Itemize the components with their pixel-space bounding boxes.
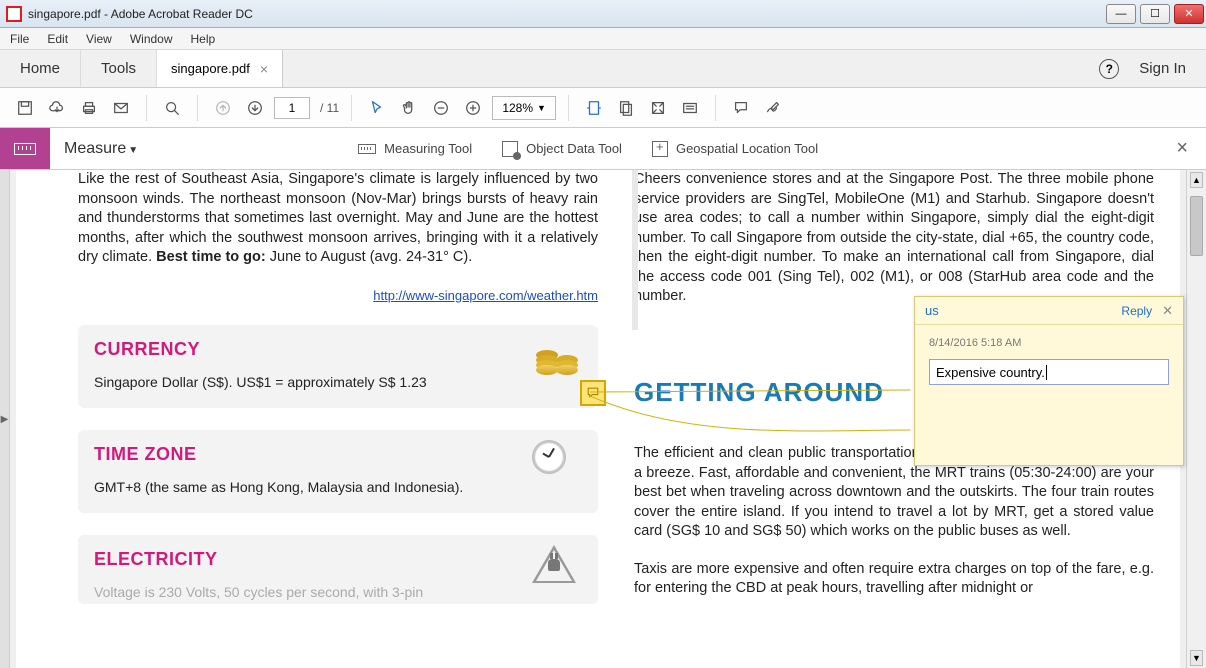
minimize-button[interactable]: —	[1106, 4, 1136, 24]
clock-icon	[532, 440, 582, 484]
tools-button[interactable]: Tools	[81, 50, 157, 87]
maximize-button[interactable]: ☐	[1140, 4, 1170, 24]
window-title: singapore.pdf - Adobe Acrobat Reader DC	[28, 7, 253, 21]
home-button[interactable]: Home	[0, 50, 81, 87]
object-data-tool-button[interactable]: Object Data Tool	[502, 141, 622, 157]
window-controls: — ☐ ✕	[1104, 4, 1206, 24]
fit-page-icon[interactable]	[613, 95, 639, 121]
help-icon[interactable]: ?	[1099, 59, 1119, 79]
zoom-in-icon[interactable]	[460, 95, 486, 121]
print-icon[interactable]	[76, 95, 102, 121]
sticky-note-icon[interactable]	[580, 380, 606, 406]
coins-icon	[532, 335, 582, 379]
search-icon[interactable]	[159, 95, 185, 121]
main-toolbar: / 11 128%▼	[0, 88, 1206, 128]
sign-icon[interactable]	[760, 95, 786, 121]
cloud-icon[interactable]	[44, 95, 70, 121]
menu-help[interactable]: Help	[191, 32, 216, 46]
menu-window[interactable]: Window	[130, 32, 173, 46]
menu-view[interactable]: View	[86, 32, 112, 46]
comment-icon[interactable]	[728, 95, 754, 121]
menu-file[interactable]: File	[10, 32, 29, 46]
prev-page-icon[interactable]	[210, 95, 236, 121]
measure-bar: Measure▼ Measuring Tool Object Data Tool…	[0, 128, 1206, 170]
climate-paragraph: Like the rest of Southeast Asia, Singapo…	[78, 170, 598, 268]
read-mode-icon[interactable]	[677, 95, 703, 121]
currency-heading: CURRENCY	[94, 339, 582, 360]
page-total-label: / 11	[320, 101, 339, 115]
vertical-scrollbar[interactable]: ▲ ▼	[1186, 170, 1206, 668]
electricity-heading: ELECTRICITY	[94, 549, 582, 570]
fullscreen-icon[interactable]	[645, 95, 671, 121]
comment-reply-link[interactable]: Reply	[1121, 304, 1152, 318]
geospatial-icon	[652, 141, 668, 157]
hand-tool-icon[interactable]	[396, 95, 422, 121]
measuring-tool-button[interactable]: Measuring Tool	[358, 141, 472, 156]
scroll-thumb[interactable]	[1190, 196, 1203, 256]
timezone-card: TIME ZONE GMT+8 (the same as Hong Kong, …	[78, 430, 598, 513]
comment-text-input[interactable]: Expensive country.	[929, 359, 1169, 385]
document-tab-label: singapore.pdf	[171, 61, 250, 76]
comment-date: 8/14/2016 5:18 AM	[915, 325, 1183, 359]
comment-author: us	[925, 303, 939, 318]
fit-width-icon[interactable]	[581, 95, 607, 121]
email-icon[interactable]	[108, 95, 134, 121]
page-number-input[interactable]	[274, 97, 310, 119]
scroll-down-icon[interactable]: ▼	[1190, 650, 1203, 666]
timezone-heading: TIME ZONE	[94, 444, 582, 465]
selection-tool-icon[interactable]	[364, 95, 390, 121]
ruler-icon	[358, 144, 376, 154]
menu-bar: File Edit View Window Help	[0, 28, 1206, 50]
app-tabs: Home Tools singapore.pdf × ? Sign In	[0, 50, 1206, 88]
comment-popup[interactable]: us Reply ✕ 8/14/2016 5:18 AM Expensive c…	[914, 296, 1184, 466]
currency-text: Singapore Dollar (S$). US$1 = approximat…	[94, 374, 582, 390]
electricity-card: ELECTRICITY Voltage is 230 Volts, 50 cyc…	[78, 535, 598, 604]
measure-close-icon[interactable]: ×	[1176, 137, 1188, 160]
transport-paragraph-2: Taxis are more expensive and often requi…	[634, 560, 1154, 599]
geospatial-tool-button[interactable]: Geospatial Location Tool	[652, 141, 818, 157]
electricity-text: Voltage is 230 Volts, 50 cycles per seco…	[94, 584, 582, 600]
electricity-icon	[532, 545, 582, 589]
signin-button[interactable]: Sign In	[1139, 60, 1186, 77]
save-icon[interactable]	[12, 95, 38, 121]
next-page-icon[interactable]	[242, 95, 268, 121]
app-icon	[6, 6, 22, 22]
page-col-left: Like the rest of Southeast Asia, Singapo…	[78, 170, 598, 668]
timezone-text: GMT+8 (the same as Hong Kong, Malaysia a…	[94, 479, 582, 495]
comment-header: us Reply ✕	[915, 297, 1183, 325]
document-tab[interactable]: singapore.pdf ×	[157, 50, 283, 87]
weather-link[interactable]: http://www-singapore.com/weather.htm	[373, 288, 598, 303]
measure-dropdown[interactable]: Measure▼	[64, 140, 138, 158]
zoom-out-icon[interactable]	[428, 95, 454, 121]
zoom-dropdown[interactable]: 128%▼	[492, 96, 556, 120]
object-data-icon	[502, 141, 518, 157]
close-button[interactable]: ✕	[1174, 4, 1204, 24]
measure-tab-icon[interactable]	[0, 128, 50, 169]
tab-close-icon[interactable]: ×	[260, 61, 268, 77]
currency-card: CURRENCY Singapore Dollar (S$). US$1 = a…	[78, 325, 598, 408]
zoom-value: 128%	[502, 101, 533, 115]
scroll-up-icon[interactable]: ▲	[1190, 172, 1203, 188]
menu-edit[interactable]: Edit	[47, 32, 68, 46]
title-bar: singapore.pdf - Adobe Acrobat Reader DC …	[0, 0, 1206, 28]
phones-paragraph: Cheers convenience stores and at the Sin…	[634, 170, 1154, 307]
comment-close-icon[interactable]: ✕	[1162, 303, 1173, 319]
